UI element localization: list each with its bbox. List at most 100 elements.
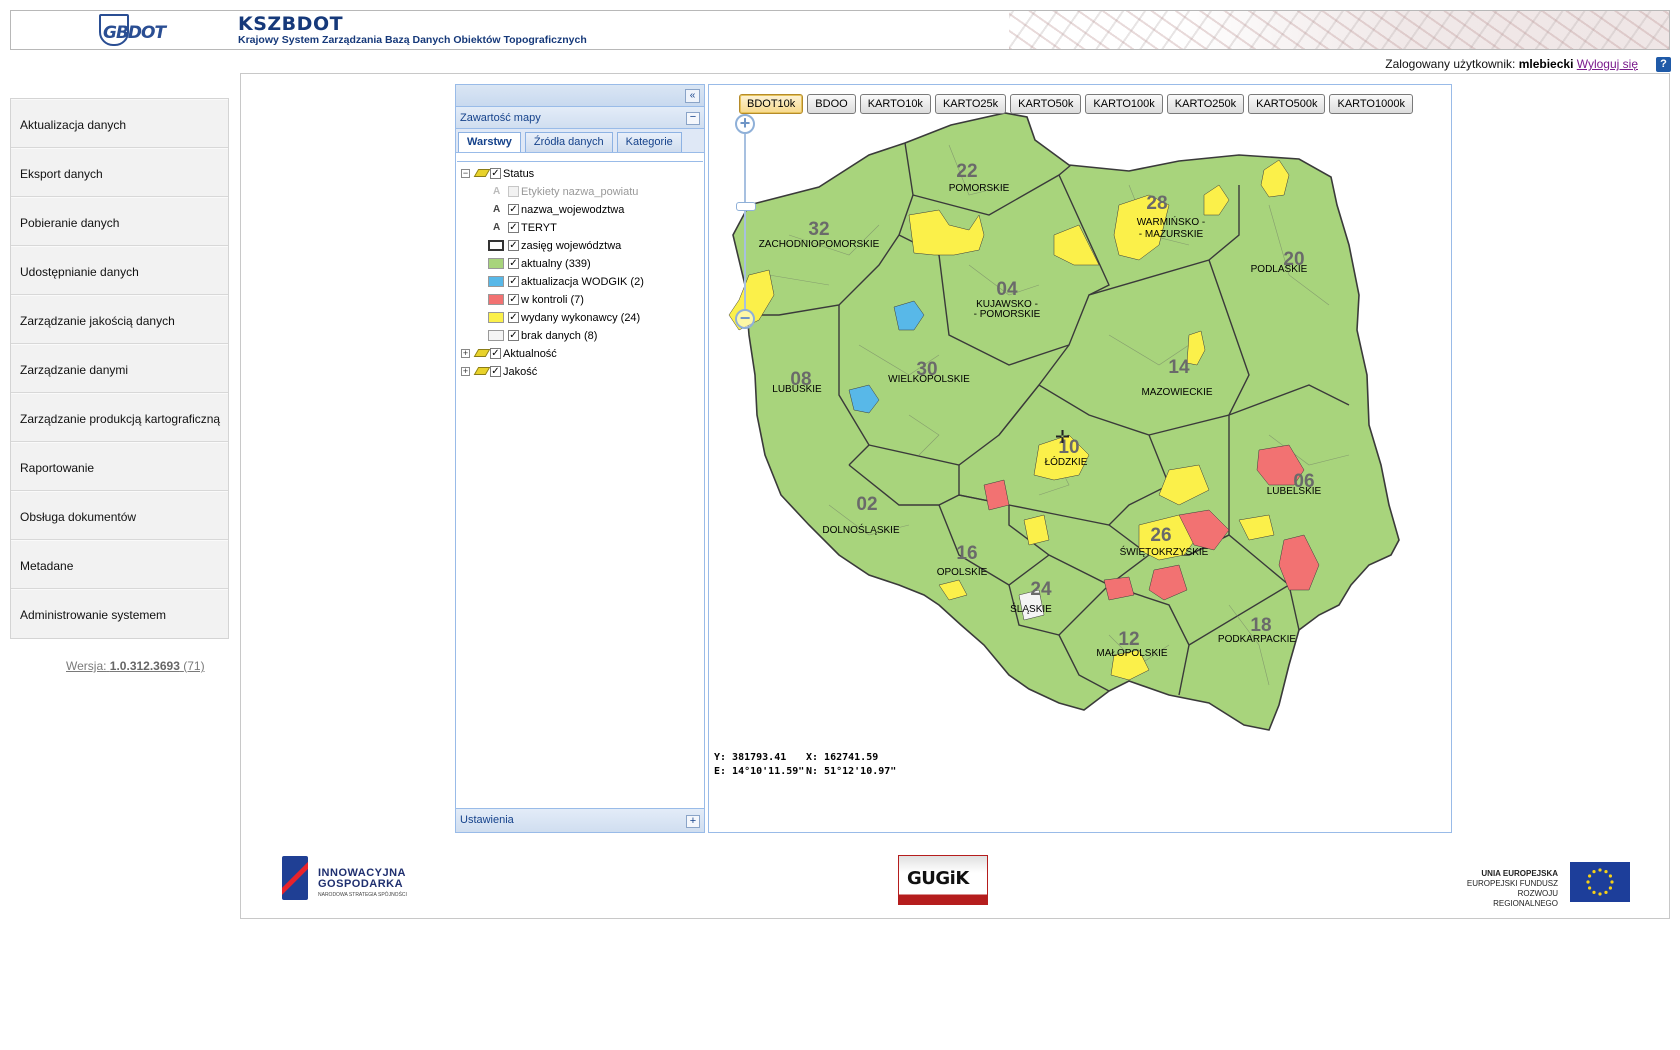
scale-button-karto50k[interactable]: KARTO50k (1010, 94, 1082, 114)
version-link[interactable]: Wersja: 1.0.312.3693 (71) (66, 659, 205, 673)
checkbox-wodgik[interactable]: ✓ (508, 276, 519, 287)
region-name: WARMIŃSKO - (1137, 215, 1206, 228)
coord-x: X: 162741.59 (806, 752, 879, 763)
scale-button-karto250k[interactable]: KARTO250k (1166, 94, 1245, 114)
ue-line3: ROZWOJU REGIONALNEGO (1493, 889, 1558, 908)
sidebar-item-raportowanie[interactable]: Raportowanie (11, 442, 228, 491)
collapse-icon[interactable]: « (685, 89, 700, 103)
sidebar-item-pobieranie[interactable]: Pobieranie danych (11, 197, 228, 246)
collapse-node-icon[interactable]: − (461, 169, 470, 178)
scale-button-karto10k[interactable]: KARTO10k (859, 94, 931, 114)
sidebar-item-udostepnianie[interactable]: Udostępnianie danych (11, 246, 228, 295)
zoom-slider-track[interactable] (744, 134, 746, 309)
sidebar-item-aktualizacja[interactable]: Aktualizacja danych (11, 99, 228, 148)
scale-button-karto1000k[interactable]: KARTO1000k (1329, 94, 1413, 114)
checkbox-jakosc[interactable]: ✓ (490, 366, 501, 377)
ue-line1: UNIA EUROPEJSKA (1481, 869, 1558, 878)
label-layer-icon: A (493, 186, 501, 197)
layer-label-teryt: TERYT (521, 222, 557, 234)
zoom-control: + − (735, 114, 757, 329)
checkbox-status[interactable]: ✓ (490, 168, 501, 179)
ue-line2: EUROPEJSKI FUNDUSZ (1466, 879, 1558, 888)
checkbox-nazwa[interactable]: ✓ (508, 204, 519, 215)
region-name: ŚWIĘTOKRZYSKIE (1120, 545, 1209, 558)
region-number: 16 (956, 543, 977, 564)
zoom-in-icon[interactable]: + (735, 114, 755, 134)
sidebar-item-dokumenty[interactable]: Obsługa dokumentów (11, 491, 228, 540)
layer-tree: − ✓ Status A Etykiety nazwa_powiatu A ✓ … (457, 161, 703, 808)
region-number: 32 (808, 219, 829, 240)
region-number: 18 (1250, 615, 1271, 636)
scale-button-karto100k[interactable]: KARTO100k (1085, 94, 1163, 114)
expand-settings-icon[interactable]: + (686, 815, 700, 828)
panel-tabs: Warstwy Źródła danych Kategorie (456, 129, 704, 153)
label-layer-icon: A (493, 222, 501, 233)
scale-button-karto25k[interactable]: KARTO25k (934, 94, 1007, 114)
sidebar-item-jakosc[interactable]: Zarządzanie jakością danych (11, 295, 228, 344)
sidebar-item-kartografia[interactable]: Zarządzanie produkcją kartograficzną (11, 393, 228, 442)
expand-node-icon[interactable]: + (461, 367, 470, 376)
checkbox-aktualnosc[interactable]: ✓ (490, 348, 501, 359)
version-label: Wersja: (66, 659, 107, 673)
panel-collapse-bar: « (456, 85, 704, 107)
layer-group-icon (473, 367, 491, 375)
expand-node-icon[interactable]: + (461, 349, 470, 358)
layer-label-aktualnosc: Aktualność (503, 348, 557, 360)
checkbox-teryt[interactable]: ✓ (508, 222, 519, 233)
checkbox-kontrola[interactable]: ✓ (508, 294, 519, 305)
layer-label-wodgik: aktualizacja WODGIK (2) (521, 276, 644, 288)
zoom-slider-thumb[interactable] (736, 202, 756, 211)
legend-swatch-aktualny (488, 258, 504, 269)
region-name: WIELKOPOLSKIE (888, 374, 970, 385)
legend-swatch-brak (488, 330, 504, 341)
tab-zrodla-danych[interactable]: Źródła danych (524, 132, 613, 152)
region-name: LUBELSKIE (1267, 486, 1322, 497)
tree-node-wydany: ✓ wydany wykonawcy (24) (457, 310, 703, 328)
tab-warstwy[interactable]: Warstwy (458, 132, 521, 152)
logout-link[interactable]: Wyloguj się (1577, 57, 1638, 71)
region-name: PODLASKIE (1251, 264, 1308, 275)
tree-node-teryt: A ✓ TERYT (457, 220, 703, 238)
region-name: DOLNOŚLĄSKIE (822, 523, 900, 536)
checkbox-wydany[interactable]: ✓ (508, 312, 519, 323)
layer-label-wydany: wydany wykonawcy (24) (521, 312, 641, 324)
minimize-icon[interactable]: − (686, 112, 700, 125)
label-layer-icon: A (493, 204, 501, 215)
poland-map[interactable]: 22 POMORSKIE 28 WARMIŃSKO - - MAZURSKIE … (709, 85, 1452, 833)
checkbox-etykiety[interactable] (508, 186, 519, 197)
tree-node-zasieg: ✓ zasięg województwa (457, 238, 703, 256)
sidebar-item-eksport[interactable]: Eksport danych (11, 148, 228, 197)
region-name: - MAZURSKIE (1139, 229, 1204, 240)
checkbox-aktualny[interactable]: ✓ (508, 258, 519, 269)
zoom-out-icon[interactable]: − (735, 309, 755, 329)
scale-button-karto500k[interactable]: KARTO500k (1248, 94, 1326, 114)
gbdot-logo[interactable]: GBDOT (89, 14, 166, 48)
sidebar-menu: Aktualizacja danych Eksport danych Pobie… (10, 98, 229, 639)
layer-group-icon (473, 349, 491, 357)
checkbox-zasieg[interactable]: ✓ (508, 240, 519, 251)
tree-node-brak: ✓ brak danych (8) (457, 328, 703, 346)
legend-swatch-kontrola (488, 294, 504, 305)
coord-n: N: 51°12'10.97" (806, 766, 897, 777)
map-view[interactable]: 22 POMORSKIE 28 WARMIŃSKO - - MAZURSKIE … (708, 84, 1452, 833)
sidebar-item-administrowanie[interactable]: Administrowanie systemem (11, 589, 228, 638)
map-content-panel: « Zawartość mapy − Warstwy Źródła danych… (455, 84, 705, 833)
panel-footer[interactable]: Ustawienia + (456, 808, 704, 832)
sidebar-item-zarzadzanie-danymi[interactable]: Zarządzanie danymi (11, 344, 228, 393)
help-icon[interactable]: ? (1656, 57, 1671, 72)
sidebar-item-metadane[interactable]: Metadane (11, 540, 228, 589)
region-name: ZACHODNIOPOMORSKIE (759, 239, 880, 250)
region-number: 04 (996, 279, 1018, 300)
region-name: ŚLĄSKIE (1010, 602, 1052, 615)
scale-button-bar: BDOT10k BDOO KARTO10k KARTO25k KARTO50k KARTO… (739, 94, 1417, 114)
checkbox-brak[interactable]: ✓ (508, 330, 519, 341)
tree-node-aktualnosc: + ✓ Aktualność (457, 346, 703, 364)
scale-button-bdoo[interactable]: BDOO (807, 94, 856, 114)
region-name: MAŁOPOLSKIE (1096, 648, 1167, 659)
layer-label-aktualny: aktualny (339) (521, 258, 591, 270)
region-name: MAZOWIECKIE (1141, 387, 1212, 398)
tab-kategorie[interactable]: Kategorie (616, 132, 682, 152)
app-subtitle: Krajowy System Zarządzania Bazą Danych O… (238, 34, 587, 46)
scale-button-bdot10k[interactable]: BDOT10k (739, 94, 804, 114)
layer-label-etykiety: Etykiety nazwa_powiatu (521, 186, 639, 198)
